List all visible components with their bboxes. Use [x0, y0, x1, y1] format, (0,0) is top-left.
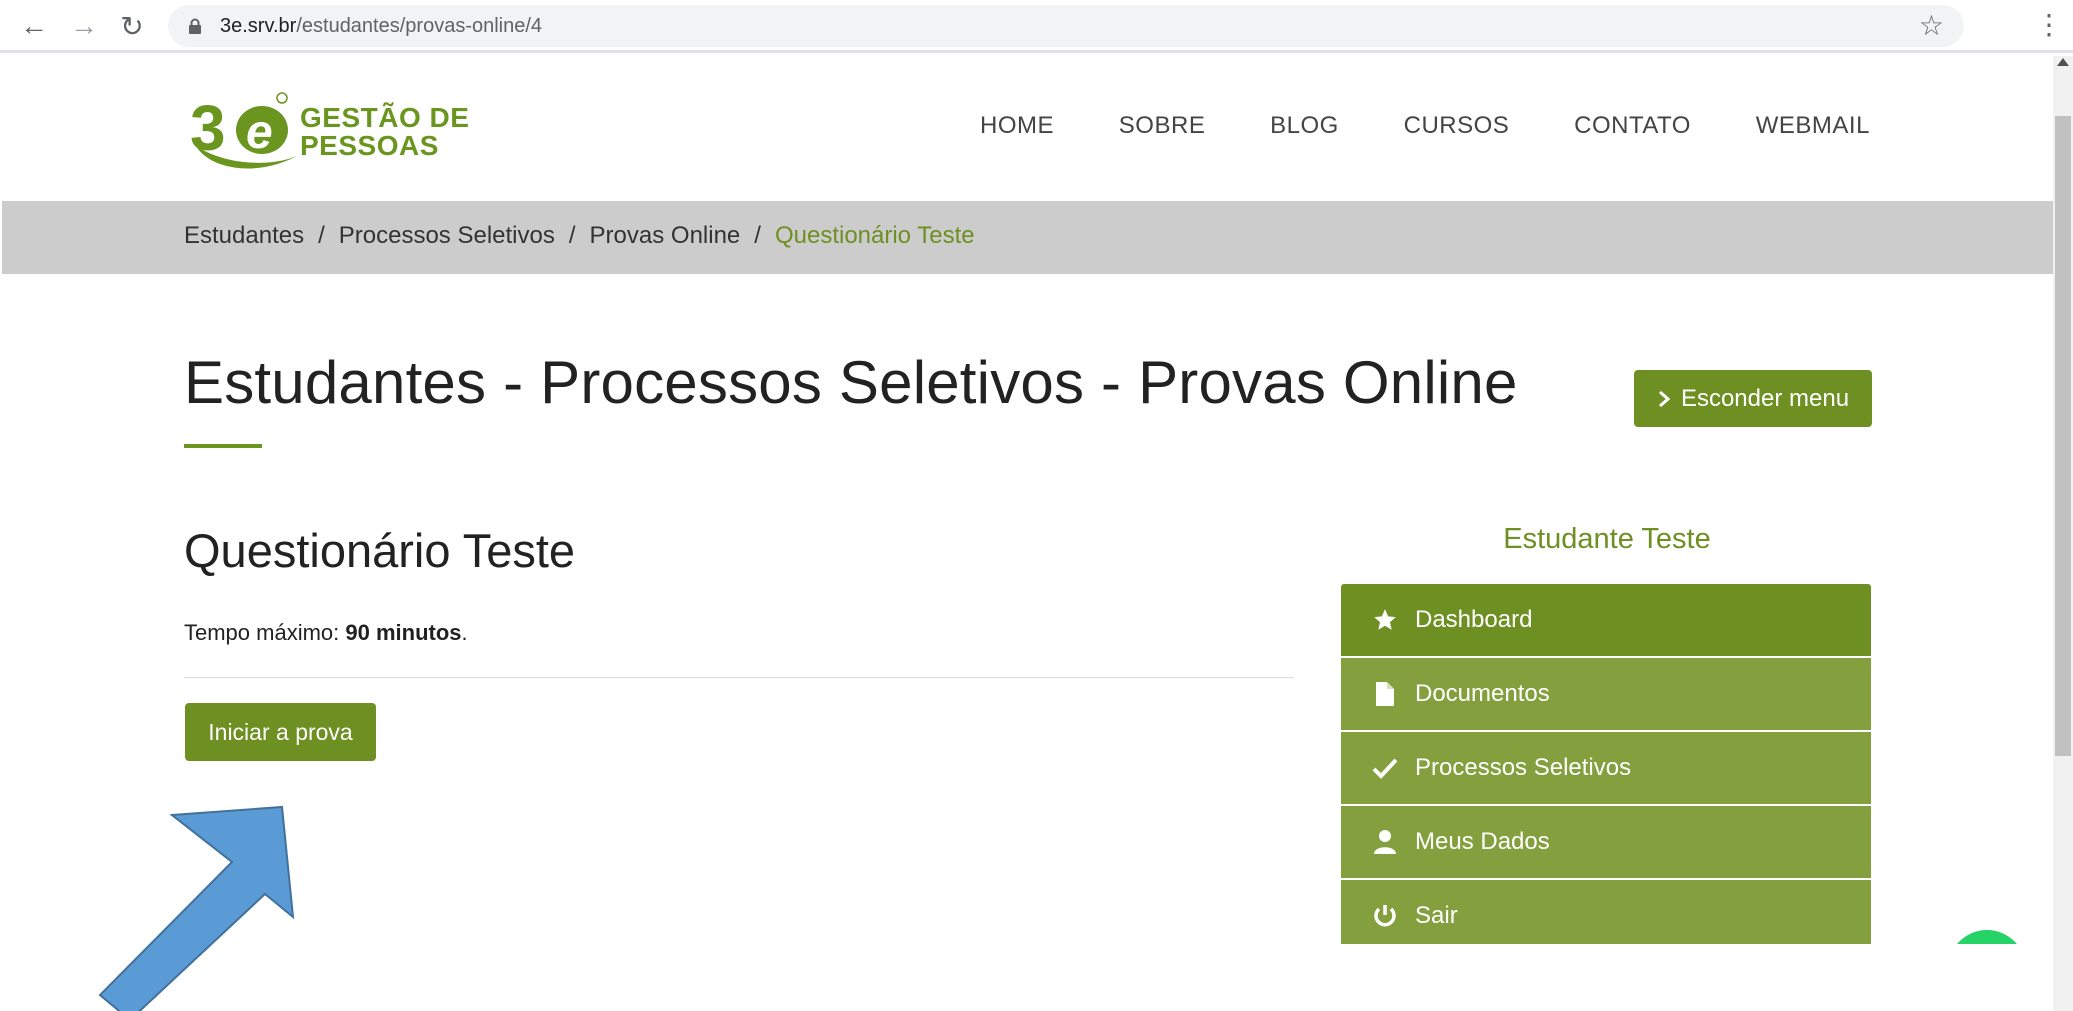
- menu-item-sair[interactable]: Sair: [1341, 880, 1871, 944]
- start-exam-button[interactable]: Iniciar a prova: [185, 703, 376, 761]
- star-icon: [1371, 606, 1399, 634]
- main-nav: HOME SOBRE BLOG CURSOS CONTATO WEBMAIL: [980, 112, 1870, 140]
- hide-menu-label: Esconder menu: [1680, 384, 1850, 412]
- breadcrumb-estudantes[interactable]: Estudantes: [184, 222, 304, 250]
- breadcrumb-current: Questionário Teste: [774, 222, 975, 249]
- hide-menu-button[interactable]: Esconder menu: [1634, 370, 1872, 427]
- breadcrumb: Estudantes / Processos Seletivos / Prova…: [184, 222, 975, 250]
- scroll-thumb[interactable]: [2055, 116, 2071, 756]
- annotation-arrow-icon: [98, 805, 295, 1011]
- nav-blog[interactable]: BLOG: [1270, 112, 1339, 140]
- page-title: Estudantes - Processos Seletivos - Prova…: [184, 349, 1518, 416]
- breadcrumb-separator: /: [318, 222, 325, 249]
- lock-icon: [189, 18, 201, 34]
- page-scrollbar[interactable]: [2053, 56, 2073, 1011]
- quiz-title: Questionário Teste: [184, 524, 576, 577]
- check-icon: [1371, 754, 1399, 782]
- menu-item-label: Sair: [1415, 902, 1458, 929]
- power-icon: [1371, 902, 1399, 930]
- content-divider: [184, 677, 1294, 678]
- menu-item-meus-dados[interactable]: Meus Dados: [1341, 806, 1871, 880]
- svg-text:e: e: [246, 106, 273, 159]
- menu-item-processos-seletivos[interactable]: Processos Seletivos: [1341, 732, 1871, 806]
- forward-icon[interactable]: →: [66, 8, 102, 44]
- menu-item-label: Documentos: [1415, 680, 1550, 707]
- page-bottom-area: [1900, 944, 2053, 1011]
- url-host: 3e.srv.br: [220, 15, 297, 37]
- logo-text: GESTÃO DE PESSOAS: [300, 104, 469, 160]
- breadcrumb-processos-seletivos[interactable]: Processos Seletivos: [339, 222, 555, 250]
- nav-contato[interactable]: CONTATO: [1574, 112, 1691, 140]
- time-limit-value: 90 minutos: [345, 620, 462, 645]
- menu-item-label: Dashboard: [1415, 606, 1533, 633]
- breadcrumb-provas-online[interactable]: Provas Online: [590, 222, 741, 250]
- address-bar[interactable]: 3e.srv.br/estudantes/provas-online/4 ☆: [168, 5, 1964, 47]
- title-underline: [184, 444, 262, 448]
- chevron-right-icon: [1658, 390, 1671, 407]
- reload-icon[interactable]: ↻: [114, 8, 150, 44]
- bookmark-star-icon[interactable]: ☆: [1919, 9, 1944, 42]
- nav-webmail[interactable]: WEBMAIL: [1756, 112, 1870, 140]
- time-limit-text: Tempo máximo: 90 minutos.: [184, 620, 468, 646]
- svg-text:3: 3: [190, 92, 226, 164]
- nav-sobre[interactable]: SOBRE: [1119, 112, 1206, 140]
- document-icon: [1371, 680, 1399, 708]
- student-menu: Dashboard Documentos Processos Seletivos…: [1341, 584, 1871, 944]
- menu-item-dashboard[interactable]: Dashboard: [1341, 584, 1871, 658]
- menu-item-label: Meus Dados: [1415, 828, 1550, 855]
- menu-item-documentos[interactable]: Documentos: [1341, 658, 1871, 732]
- logo-line-1: GESTÃO DE: [300, 102, 470, 133]
- nav-home[interactable]: HOME: [980, 112, 1054, 140]
- logo-line-2: PESSOAS: [300, 130, 439, 161]
- student-name: Estudante Teste: [1503, 523, 1711, 555]
- nav-cursos[interactable]: CURSOS: [1404, 112, 1510, 140]
- time-limit-prefix: Tempo máximo:: [184, 620, 346, 645]
- time-limit-suffix: .: [461, 620, 468, 645]
- browser-toolbar: ← → ↻ 3e.srv.br/estudantes/provas-online…: [0, 0, 2073, 53]
- browser-menu-icon[interactable]: ⋮: [2035, 8, 2063, 41]
- back-icon[interactable]: ←: [16, 8, 52, 44]
- user-icon: [1371, 828, 1399, 856]
- menu-item-label: Processos Seletivos: [1415, 754, 1632, 781]
- url-path: /estudantes/provas-online/4: [296, 15, 543, 37]
- breadcrumb-separator: /: [568, 222, 576, 249]
- url-text: 3e.srv.br/estudantes/provas-online/4: [220, 15, 542, 38]
- scroll-up-arrow-icon[interactable]: [2057, 58, 2069, 66]
- breadcrumb-separator: /: [754, 222, 761, 249]
